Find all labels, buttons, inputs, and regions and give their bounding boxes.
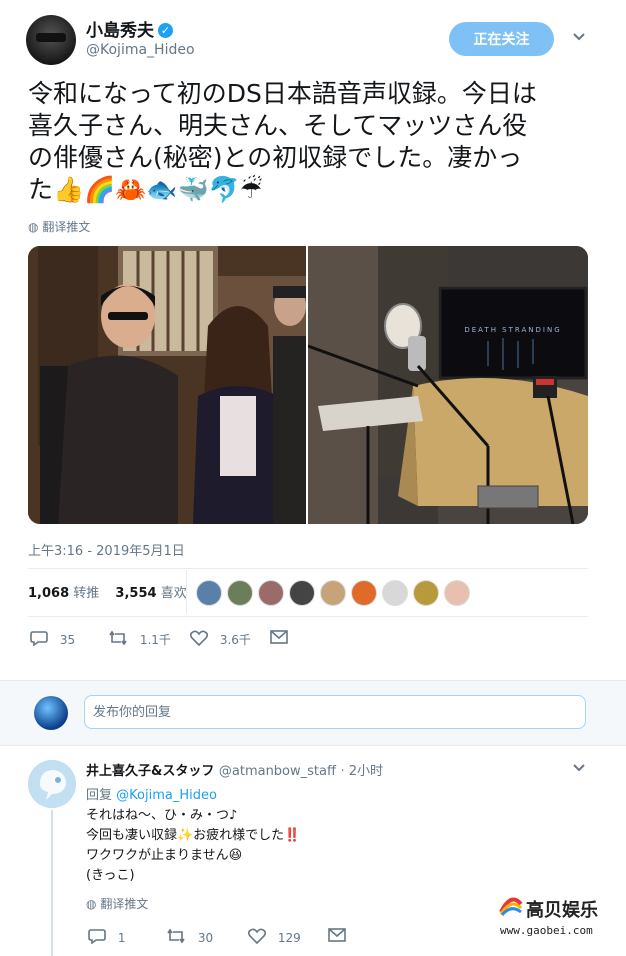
retweet-button[interactable]: 1.1千 [108,630,171,648]
liker-avatars[interactable] [196,580,475,606]
retweet-count: 1.1千 [139,633,171,647]
chevron-down-icon[interactable] [572,762,586,777]
reply-time[interactable]: · 2小时 [340,764,383,779]
engagement-stats: 1,068 转推 3,554 喜欢 [28,582,199,601]
likes-count[interactable]: 3,554 [115,586,156,601]
globe-icon: ◍ [28,220,39,234]
liker-avatar[interactable] [289,580,315,606]
envelope-icon [328,928,346,942]
reply-count: 35 [59,633,76,647]
retweet-icon [109,630,127,646]
reply-icon [30,631,48,647]
likes-label[interactable]: 喜欢 [161,586,187,601]
liker-avatar[interactable] [382,580,408,606]
liker-avatar[interactable] [196,580,222,606]
reply-reply-count: 1 [117,931,126,945]
heart-icon [247,928,267,945]
reply-author-avatar[interactable] [28,760,76,808]
monitor-text: DEATH STRANDING [464,326,561,334]
translate-reply-label[interactable]: 翻译推文 [100,897,148,911]
reply-author[interactable]: 井上喜久子&スタッフ @atmanbow_staff · 2小时 [86,760,383,779]
watermark: 高贝娱乐 www.gaobei.com [496,892,614,944]
like-count: 3.6千 [219,633,251,647]
like-button[interactable]: 3.6千 [189,630,251,648]
divider [186,570,187,614]
tweet-text: 令和になって初のDS日本語音声収録。今日は 喜久子さん、明夫さん、そしてマッツさ… [28,79,537,204]
translate-tweet-link[interactable]: ◍ 翻译推文 [28,218,90,235]
retweet-icon [167,928,185,944]
message-button[interactable] [270,630,296,645]
current-user-avatar[interactable] [34,696,68,730]
thread-line [51,810,53,956]
reply-author-name[interactable]: 井上喜久子&スタッフ [86,764,214,779]
divider [28,568,588,569]
reply-like-count: 129 [277,931,301,945]
chevron-down-icon[interactable] [572,30,586,44]
retweets-label[interactable]: 转推 [73,586,99,601]
tweet-photo-2[interactable]: DEATH STRANDING [308,246,588,524]
following-button[interactable]: 正在关注 [449,22,554,56]
liker-avatar[interactable] [444,580,470,606]
reply-author-handle[interactable]: @atmanbow_staff [219,764,336,779]
author-avatar[interactable] [26,15,76,65]
reply-reply-button[interactable]: 1 [88,928,125,945]
liker-avatar[interactable] [258,580,284,606]
replying-to-label: 回复 [86,788,113,803]
reply-retweet-count: 30 [197,931,214,945]
envelope-icon [270,630,288,644]
globe-icon: ◍ [86,897,97,911]
reply-message-button[interactable] [328,928,354,943]
translate-tweet-label[interactable]: 翻译推文 [42,220,90,234]
heart-icon [189,630,209,647]
tweet-timestamp[interactable]: 上午3:16 - 2019年5月1日 [28,540,185,559]
translate-reply-link[interactable]: ◍ 翻译推文 [86,895,148,912]
reply-text: それはね〜、ひ・み・つ♪ 今回も凄い収録✨お疲れ様でした‼️ ワクワクが止まりま… [86,808,301,883]
liker-avatar[interactable] [320,580,346,606]
retweets-count[interactable]: 1,068 [28,586,69,601]
divider [28,616,588,617]
reply-retweet-button[interactable]: 30 [166,928,213,945]
watermark-logo-icon [499,897,523,916]
watermark-title: 高贝娱乐 [526,900,598,921]
liker-avatar[interactable] [351,580,377,606]
watermark-url: www.gaobei.com [500,924,593,937]
verified-icon: ✓ [158,23,173,38]
liker-avatar[interactable] [227,580,253,606]
reply-icon [88,929,106,945]
liker-avatar[interactable] [413,580,439,606]
reply-button[interactable]: 35 [30,630,75,647]
reply-input[interactable]: 发布你的回复 [84,695,586,729]
author-name[interactable]: 小島秀夫 ✓ [86,16,173,41]
author-handle[interactable]: @Kojima_Hideo [86,42,195,58]
author-name-text[interactable]: 小島秀夫 [86,21,154,41]
reply-like-button[interactable]: 129 [247,928,301,945]
replying-to: 回复 @Kojima_Hideo [86,784,217,803]
replying-to-mention[interactable]: @Kojima_Hideo [116,788,217,803]
tweet-photo-1[interactable] [28,246,306,524]
